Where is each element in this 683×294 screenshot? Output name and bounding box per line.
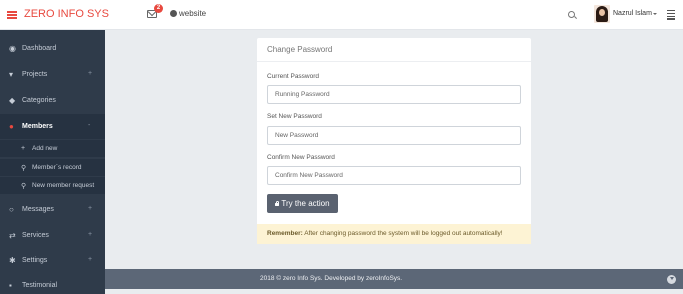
brand-logo[interactable]: ZERO INFO SYS xyxy=(24,8,109,20)
card-title: Change Password xyxy=(267,45,333,54)
sidebar-item-label: Categories xyxy=(22,97,56,104)
gears-icon: ✱ xyxy=(9,256,16,265)
confirm-password-input[interactable] xyxy=(267,166,521,185)
sidebar-item-testimonial[interactable]: ▪ Testimonial xyxy=(0,273,105,294)
change-password-card: Change Password Current Password Set New… xyxy=(257,38,531,244)
current-password-input[interactable] xyxy=(267,85,521,104)
sidebar-item-label: Projects xyxy=(22,71,48,78)
alert-strong: Remember: xyxy=(267,230,303,237)
sidebar-item-messages[interactable]: ○ Messages + xyxy=(0,197,105,222)
logout-warning-alert: Remember: After changing password the sy… xyxy=(257,224,531,244)
current-password-label: Current Password xyxy=(267,73,320,80)
website-link[interactable]: website xyxy=(179,9,206,18)
new-password-label: Set New Password xyxy=(267,113,322,120)
sidebar-item-categories[interactable]: ◆ Categories xyxy=(0,88,105,113)
expand-icon: + xyxy=(88,205,93,212)
comment-icon: ▪ xyxy=(9,281,12,290)
button-label: Try the action xyxy=(281,199,330,208)
sidebar-item-members[interactable]: ● Members - xyxy=(0,114,105,139)
dashboard-icon: ◉ xyxy=(9,44,16,53)
submenu-item-label: Add new xyxy=(32,145,58,152)
new-password-input[interactable] xyxy=(267,126,521,145)
scroll-top-icon[interactable] xyxy=(667,275,676,284)
alert-text: After changing password the system will … xyxy=(302,230,503,237)
search-icon[interactable] xyxy=(568,11,575,18)
tag-icon: ◆ xyxy=(9,96,16,105)
sidebar-item-label: Messages xyxy=(22,206,54,213)
sidebar-item-label: Services xyxy=(22,232,49,239)
mail-count-badge: 2 xyxy=(154,4,163,13)
cart-icon: ▾ xyxy=(9,70,14,79)
footer-text: 2018 © zero Info Sys. Developed by zeroI… xyxy=(260,275,403,282)
menu-icon[interactable] xyxy=(667,10,675,21)
lock-icon xyxy=(275,200,280,206)
plus-icon: + xyxy=(21,145,26,152)
submenu-item-new-member-request[interactable]: ⚲ New member request xyxy=(0,177,105,194)
try-action-button[interactable]: Try the action xyxy=(267,194,338,213)
sidebar: ◉ Dashboard ▾ Projects + ◆ Categories ● … xyxy=(0,30,105,294)
globe-icon[interactable] xyxy=(170,10,177,17)
submenu-item-add-new[interactable]: + Add new xyxy=(0,140,105,157)
expand-icon: + xyxy=(88,70,93,77)
chevron-down-icon[interactable] xyxy=(653,13,657,15)
submenu-item-members-record[interactable]: ⚲ Member`s record xyxy=(0,159,105,176)
sidebar-item-services[interactable]: ⇄ Services + xyxy=(0,223,105,248)
exchange-icon: ⇄ xyxy=(9,231,16,240)
sidebar-toggle-icon[interactable] xyxy=(7,11,17,19)
submenu-item-label: New member request xyxy=(32,182,95,189)
sidebar-item-label: Members xyxy=(22,123,53,130)
avatar[interactable] xyxy=(594,5,610,23)
confirm-password-label: Confirm New Password xyxy=(267,154,335,161)
sidebar-item-dashboard[interactable]: ◉ Dashboard xyxy=(0,36,105,61)
sidebar-item-label: Settings xyxy=(22,257,48,264)
sidebar-item-label: Testimonial xyxy=(22,282,58,289)
search-icon: ⚲ xyxy=(21,165,27,172)
submenu-item-label: Member`s record xyxy=(32,164,82,171)
search-icon: ⚲ xyxy=(21,183,27,190)
chat-icon: ○ xyxy=(9,205,14,214)
sidebar-item-label: Dashboard xyxy=(22,45,57,52)
footer: 2018 © zero Info Sys. Developed by zeroI… xyxy=(105,269,683,289)
users-icon: ● xyxy=(9,122,14,131)
divider xyxy=(257,61,531,62)
sidebar-item-settings[interactable]: ✱ Settings + xyxy=(0,248,105,273)
sidebar-item-projects[interactable]: ▾ Projects + xyxy=(0,62,105,87)
top-navbar: ZERO INFO SYS 2 website Nazrul Islam xyxy=(0,0,683,30)
user-name[interactable]: Nazrul Islam xyxy=(613,10,652,17)
expand-icon: + xyxy=(88,231,93,238)
expand-icon: + xyxy=(88,256,93,263)
collapse-icon: - xyxy=(88,122,91,129)
